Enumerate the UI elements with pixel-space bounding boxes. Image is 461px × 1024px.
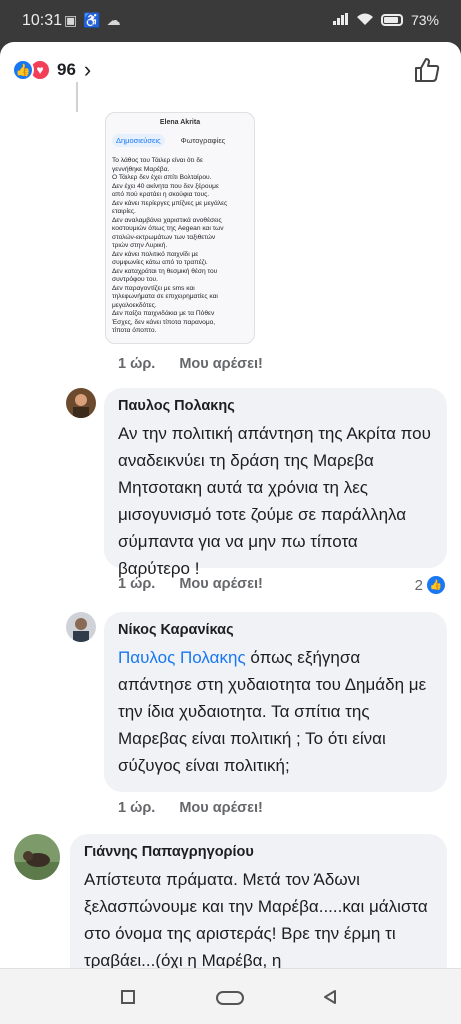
comment-author[interactable]: Παυλος Πολακης: [118, 398, 433, 414]
screenshot-line: τηλεφωνήματα σε επιχειρηματίες και: [112, 293, 218, 300]
screenshot-line: Δεν αναλαμβάνει χαριστικά ανοθέσεις: [112, 216, 222, 224]
screenshot-profile-name: Elena Akrita: [159, 119, 201, 126]
screenshot-line: Δεν έχει 40 ακίνητα που δεν ξέρουμε: [112, 182, 219, 190]
screenshot-line: τίποτα όποπτο.: [112, 327, 157, 334]
comment-author[interactable]: Νίκος Καρανίκας: [118, 622, 433, 638]
comment-time: 1 ώρ.: [118, 800, 156, 816]
comment-reaction-count[interactable]: 2 👍: [415, 576, 445, 594]
screenshot-line: Δεν παραγοντίζει με sms και: [112, 284, 195, 292]
cloud-icon: ☁: [106, 12, 127, 28]
post-meta: 1 ώρ. Μου αρέσει!: [118, 356, 263, 372]
avatar[interactable]: [66, 612, 96, 642]
back-triangle-icon[interactable]: [322, 989, 338, 1010]
sheet-header: 👍 ♥ 96 ›: [0, 42, 461, 96]
system-nav-bar: [0, 968, 461, 1024]
avatar[interactable]: [66, 388, 96, 418]
accessibility-icon: ♿: [83, 12, 107, 28]
screenshot-line: τριών στην Λυρική.: [112, 242, 168, 249]
comment-text-body: όπως εξήγησα απάντησε στη χυδαιοτητα του…: [118, 648, 427, 775]
screenshot-tab-photos: Φωτογραφίες: [180, 136, 226, 145]
screenshot-line: γεννήθηκε Μαρέβα.: [112, 165, 170, 173]
comment-like-link[interactable]: Μου αρέσει!: [179, 800, 263, 816]
screenshot-line: Δεν κάνει πολιτικό παιχνίδι με: [112, 250, 199, 258]
avatar[interactable]: [14, 834, 60, 880]
reaction-count: 96: [57, 60, 76, 79]
wifi-icon: [356, 12, 373, 28]
thread-line: [76, 82, 78, 112]
status-time: 10:31: [22, 12, 63, 29]
comment-bubble: Παυλος Πολακης Αν την πολιτική απάντηση …: [104, 388, 447, 578]
screenshot-line: κοστουμιών όπως της Aegean και των: [112, 225, 224, 232]
battery-icon: [380, 14, 403, 26]
gallery-icon: ▣: [64, 12, 84, 28]
comment-text: Αν την πολιτική απάντηση της Ακρίτα που …: [118, 424, 431, 578]
recents-square-icon[interactable]: [120, 989, 136, 1010]
comment-bubble: Νίκος Καρανίκας Παυλος Πολακης όπως εξήγ…: [104, 612, 447, 792]
screenshot-line: συντρόφου του.: [112, 276, 158, 283]
comment-time: 1 ώρ.: [118, 576, 156, 592]
signal-icon: [332, 12, 349, 28]
screenshot-line: Δεν καταχράται τη θεσμική θέση του: [112, 267, 218, 275]
status-right: 73%: [332, 12, 439, 28]
home-pill-icon[interactable]: [216, 991, 244, 1010]
screenshot-line: στολών-εκτρωμάτων των ταξιθετών: [112, 233, 216, 241]
chevron-right-icon: ›: [83, 57, 92, 82]
status-bar: 10:31 ▣♿☁ 73%: [0, 0, 461, 42]
screenshot-line: εταιρίες.: [112, 208, 136, 215]
status-left-icons: ▣♿☁: [64, 12, 127, 29]
comment-text: Παυλος Πολακης όπως εξήγησα απάντησε στη…: [118, 644, 433, 779]
comment-text: Απίστευτα πράματα. Μετά τον Άδωνι ξελασπ…: [84, 870, 428, 968]
screenshot-tabs: Δημοσιεύσεις Φωτογραφίες: [112, 134, 254, 147]
comment-meta: 1 ώρ. Μου αρέσει!: [118, 800, 263, 816]
comments-sheet: 👍 ♥ 96 › Elena Akrita Δημοσιεύσεις Φωτογ…: [0, 42, 461, 968]
post-time: 1 ώρ.: [118, 356, 156, 372]
like-reaction-icon: 👍: [427, 576, 445, 594]
comment-like-link[interactable]: Μου αρέσει!: [179, 576, 263, 592]
screenshot-line: Δεν κάνει περίεργες μπίζνες με μεγάλες: [112, 199, 228, 207]
screenshot-line: Δεν παίζει παιχνιδάκια με τα Πόθεν: [112, 310, 215, 317]
battery-level: 73%: [410, 12, 439, 28]
like-reaction-icon: 👍: [12, 59, 34, 81]
comment-author[interactable]: Γιάννης Παπαγρηγορίου: [84, 844, 433, 860]
mention-link[interactable]: Παυλος Πολακης: [118, 648, 246, 667]
screenshot-line: μεγαλοεκδότες.: [112, 301, 157, 309]
screenshot-line: Ο Τάιλερ δεν έχει σπίτι Βολταίρου.: [112, 174, 212, 181]
reaction-count-number: 2: [414, 576, 423, 594]
screenshot-line: Έσχες, δεν κάνει τίποτα παρανομο,: [112, 318, 216, 326]
screenshot-text: Το λάθος του Τάιλερ είναι ότι δε γεννήθη…: [112, 157, 248, 336]
reactions-summary[interactable]: 👍 ♥ 96 ›: [12, 57, 91, 83]
thumbs-up-icon[interactable]: [413, 56, 441, 84]
screenshot-tab-posts: Δημοσιεύσεις: [112, 134, 165, 147]
screenshot-line: από πού κρατάει η σκούφια τους.: [112, 191, 210, 198]
screenshot-line: συμφωνίες κάτω από το τραπέζι.: [112, 259, 208, 266]
screenshot-line: Το λάθος του Τάιλερ είναι ότι δε: [112, 157, 203, 164]
attached-screenshot-image[interactable]: Elena Akrita Δημοσιεύσεις Φωτογραφίες Το…: [105, 112, 255, 344]
comment-meta: 1 ώρ. Μου αρέσει!: [118, 576, 263, 592]
post-like-link[interactable]: Μου αρέσει!: [179, 356, 263, 372]
comment-bubble: Γιάννης Παπαγρηγορίου Απίστευτα πράματα.…: [70, 834, 447, 968]
